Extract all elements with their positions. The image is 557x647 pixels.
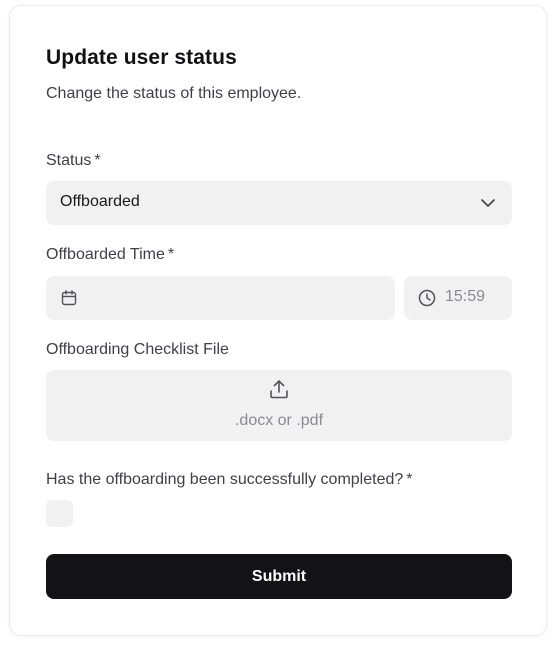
- offboarded-time-label-text: Offboarded Time: [46, 246, 165, 263]
- status-select-value: Offboarded: [60, 193, 140, 210]
- date-picker-input[interactable]: [46, 276, 395, 320]
- required-mark: *: [406, 471, 413, 488]
- upload-icon: [268, 378, 290, 405]
- chevron-down-icon: [480, 196, 496, 215]
- clock-icon: [417, 288, 437, 313]
- upload-hint: .docx or .pdf: [234, 412, 324, 429]
- file-upload-dropzone[interactable]: .docx or .pdf: [46, 370, 512, 441]
- calendar-icon: [60, 289, 78, 312]
- status-label-text: Status: [46, 152, 92, 169]
- required-mark: *: [94, 152, 101, 169]
- update-status-card: Update user status Change the status of …: [9, 5, 547, 636]
- submit-button[interactable]: Submit: [46, 554, 512, 599]
- time-picker-input[interactable]: 15:59: [404, 276, 512, 320]
- card-subtitle: Change the status of this employee.: [46, 85, 302, 102]
- time-value: 15:59: [445, 288, 486, 305]
- checklist-file-label: Offboarding Checklist File: [46, 341, 229, 358]
- card-title: Update user status: [46, 46, 237, 69]
- completed-label: Has the offboarding been successfully co…: [46, 471, 413, 489]
- required-mark: *: [167, 246, 175, 263]
- completed-label-text: Has the offboarding been successfully co…: [46, 471, 404, 488]
- offboarded-time-label: Offboarded Time *: [46, 246, 174, 264]
- status-label: Status *: [46, 152, 101, 170]
- completed-checkbox[interactable]: [46, 500, 73, 527]
- status-select[interactable]: Offboarded: [46, 181, 512, 225]
